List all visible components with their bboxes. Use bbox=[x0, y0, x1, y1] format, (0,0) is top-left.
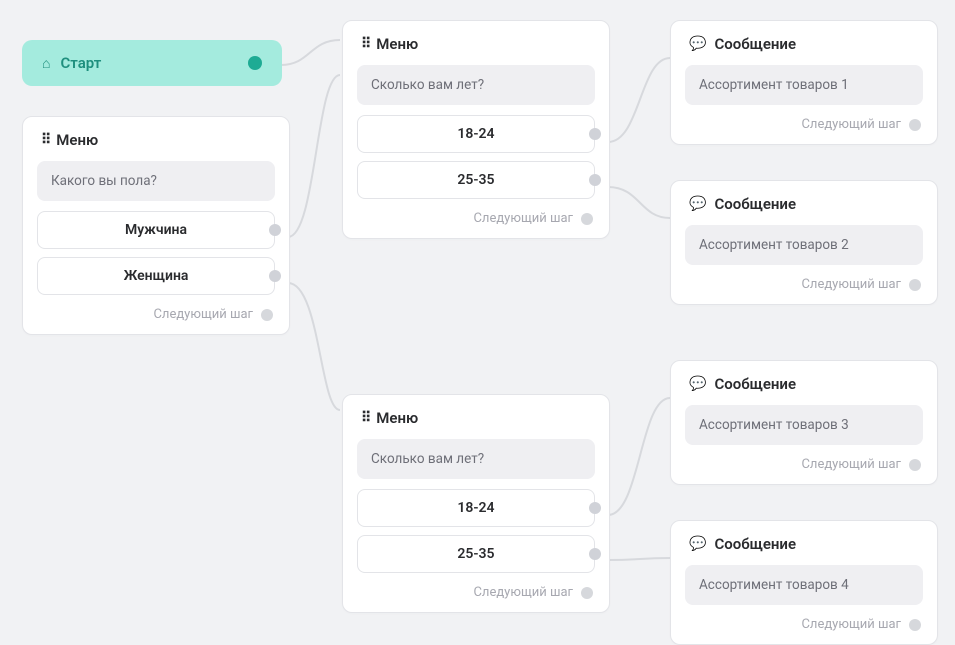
next-step[interactable]: Следующий шаг bbox=[685, 453, 923, 474]
connector-port[interactable] bbox=[909, 619, 921, 631]
connector-port[interactable] bbox=[909, 459, 921, 471]
node-header[interactable]: 💬 Сообщение bbox=[685, 375, 923, 405]
message-icon: 💬 bbox=[689, 376, 706, 392]
drag-icon: ⠿ bbox=[361, 36, 368, 52]
option-25-35[interactable]: 25-35 bbox=[357, 161, 595, 199]
node-header[interactable]: 💬 Сообщение bbox=[685, 535, 923, 565]
next-step[interactable]: Следующий шаг bbox=[685, 613, 923, 634]
option-25-35[interactable]: 25-35 bbox=[357, 535, 595, 573]
node-header[interactable]: ⠿ Меню bbox=[37, 131, 275, 161]
node-title: Сообщение bbox=[714, 535, 796, 553]
node-header[interactable]: 💬 Сообщение bbox=[685, 195, 923, 225]
next-step[interactable]: Следующий шаг bbox=[685, 113, 923, 134]
question-text: Сколько вам лет? bbox=[357, 65, 595, 105]
option-label: 25-35 bbox=[457, 172, 494, 188]
next-step-label: Следующий шаг bbox=[153, 307, 253, 322]
next-step[interactable]: Следующий шаг bbox=[357, 207, 595, 228]
menu-node-age-bottom[interactable]: ⠿ Меню Сколько вам лет? 18-24 25-35 След… bbox=[342, 394, 610, 613]
drag-icon: ⠿ bbox=[361, 410, 368, 426]
message-body: Ассортимент товаров 4 bbox=[685, 565, 923, 605]
next-step-label: Следующий шаг bbox=[801, 277, 901, 292]
start-label: Старт bbox=[60, 54, 238, 72]
message-body: Ассортимент товаров 3 bbox=[685, 405, 923, 445]
connector-port[interactable] bbox=[269, 270, 281, 282]
message-node-2[interactable]: 💬 Сообщение Ассортимент товаров 2 Следую… bbox=[670, 180, 938, 305]
node-header[interactable]: ⠿ Меню bbox=[357, 409, 595, 439]
connector-port[interactable] bbox=[581, 587, 593, 599]
connector-port[interactable] bbox=[269, 224, 281, 236]
option-female[interactable]: Женщина bbox=[37, 257, 275, 295]
message-node-1[interactable]: 💬 Сообщение Ассортимент товаров 1 Следую… bbox=[670, 20, 938, 145]
menu-node-gender[interactable]: ⠿ Меню Какого вы пола? Мужчина Женщина С… bbox=[22, 116, 290, 335]
next-step-label: Следующий шаг bbox=[473, 585, 573, 600]
node-title: Меню bbox=[376, 409, 418, 427]
node-header[interactable]: ⠿ Меню bbox=[357, 35, 595, 65]
next-step[interactable]: Следующий шаг bbox=[685, 273, 923, 294]
connector-port[interactable] bbox=[261, 309, 273, 321]
next-step-label: Следующий шаг bbox=[473, 211, 573, 226]
node-title: Меню bbox=[56, 131, 98, 149]
node-title: Сообщение bbox=[714, 35, 796, 53]
connector-port[interactable] bbox=[589, 128, 601, 140]
message-icon: 💬 bbox=[689, 196, 706, 212]
next-step[interactable]: Следующий шаг bbox=[357, 581, 595, 602]
option-male[interactable]: Мужчина bbox=[37, 211, 275, 249]
option-18-24[interactable]: 18-24 bbox=[357, 115, 595, 153]
start-node[interactable]: ⌂ Старт bbox=[22, 40, 282, 86]
next-step-label: Следующий шаг bbox=[801, 117, 901, 132]
next-step[interactable]: Следующий шаг bbox=[37, 303, 275, 324]
node-header[interactable]: 💬 Сообщение bbox=[685, 35, 923, 65]
question-text: Сколько вам лет? bbox=[357, 439, 595, 479]
message-node-4[interactable]: 💬 Сообщение Ассортимент товаров 4 Следую… bbox=[670, 520, 938, 645]
connector-port[interactable] bbox=[248, 56, 262, 70]
connector-port[interactable] bbox=[589, 548, 601, 560]
option-label: Мужчина bbox=[125, 222, 187, 238]
message-icon: 💬 bbox=[689, 536, 706, 552]
drag-icon: ⠿ bbox=[41, 132, 48, 148]
home-icon: ⌂ bbox=[42, 55, 50, 72]
option-18-24[interactable]: 18-24 bbox=[357, 489, 595, 527]
message-body: Ассортимент товаров 1 bbox=[685, 65, 923, 105]
option-label: 18-24 bbox=[457, 500, 494, 516]
node-title: Сообщение bbox=[714, 375, 796, 393]
option-label: 25-35 bbox=[457, 546, 494, 562]
connector-port[interactable] bbox=[589, 502, 601, 514]
next-step-label: Следующий шаг bbox=[801, 457, 901, 472]
node-title: Меню bbox=[376, 35, 418, 53]
next-step-label: Следующий шаг bbox=[801, 617, 901, 632]
connector-port[interactable] bbox=[581, 213, 593, 225]
question-text: Какого вы пола? bbox=[37, 161, 275, 201]
option-label: Женщина bbox=[124, 268, 189, 284]
option-label: 18-24 bbox=[457, 126, 494, 142]
flow-canvas[interactable]: ⌂ Старт ⠿ Меню Какого вы пола? Мужчина Ж… bbox=[0, 0, 955, 642]
connector-port[interactable] bbox=[909, 279, 921, 291]
menu-node-age-top[interactable]: ⠿ Меню Сколько вам лет? 18-24 25-35 След… bbox=[342, 20, 610, 239]
message-node-3[interactable]: 💬 Сообщение Ассортимент товаров 3 Следую… bbox=[670, 360, 938, 485]
message-icon: 💬 bbox=[689, 36, 706, 52]
message-body: Ассортимент товаров 2 bbox=[685, 225, 923, 265]
connector-port[interactable] bbox=[909, 119, 921, 131]
node-title: Сообщение bbox=[714, 195, 796, 213]
connector-port[interactable] bbox=[589, 174, 601, 186]
